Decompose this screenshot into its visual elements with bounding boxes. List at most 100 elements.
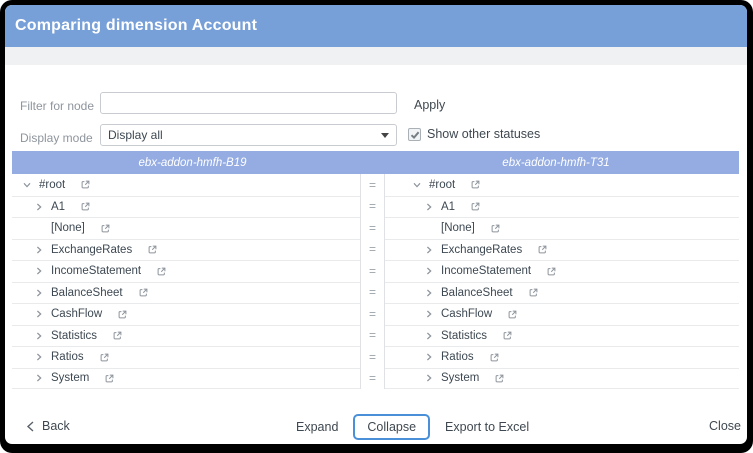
chevron-icon[interactable] [34, 266, 44, 276]
relation-cell: = [360, 217, 385, 239]
show-other-statuses-checkbox[interactable] [408, 128, 421, 141]
show-other-statuses-label: Show other statuses [427, 127, 540, 141]
collapse-button[interactable]: Collapse [353, 414, 430, 440]
node-label: Statistics [441, 330, 487, 342]
open-node-icon[interactable] [117, 309, 128, 320]
equals-symbol: = [369, 199, 376, 213]
open-node-icon[interactable] [156, 266, 167, 277]
chevron-icon[interactable] [34, 331, 44, 341]
open-node-icon[interactable] [100, 223, 111, 234]
page-title: Comparing dimension Account [15, 17, 257, 35]
compare-row: #root = #root [12, 174, 739, 196]
relation-cell: = [360, 325, 385, 347]
display-mode-select[interactable]: Display all [100, 124, 397, 146]
chevron-icon[interactable] [424, 266, 434, 276]
open-node-icon[interactable] [80, 201, 91, 212]
tree-node-right: Ratios [385, 346, 739, 368]
open-node-icon[interactable] [138, 287, 149, 298]
chevron-icon[interactable] [424, 288, 434, 298]
open-node-icon[interactable] [470, 201, 481, 212]
node-label: Statistics [51, 330, 97, 342]
equals-symbol: = [369, 307, 376, 321]
chevron-icon[interactable] [22, 180, 32, 190]
node-label: A1 [441, 201, 455, 213]
back-button[interactable]: Back [26, 419, 70, 433]
filter-label: Filter for node [20, 99, 94, 113]
node-label: CashFlow [441, 308, 492, 320]
compare-row: Statistics = Statistics [12, 325, 739, 347]
tree-node-right: [None] [385, 217, 739, 239]
node-label: IncomeStatement [441, 265, 531, 277]
equals-symbol: = [369, 178, 376, 192]
apply-button[interactable]: Apply [414, 98, 445, 112]
node-label: #root [429, 179, 455, 191]
open-node-icon[interactable] [99, 352, 110, 363]
chevron-icon[interactable] [424, 245, 434, 255]
tree-node-right: IncomeStatement [385, 260, 739, 282]
open-node-icon[interactable] [502, 330, 513, 341]
compare-rows: #root = #root [12, 174, 739, 389]
open-node-icon[interactable] [507, 309, 518, 320]
equals-symbol: = [369, 242, 376, 256]
open-node-icon[interactable] [470, 179, 481, 190]
chevron-icon[interactable] [424, 331, 434, 341]
filter-input[interactable] [100, 92, 397, 114]
checkmark-icon [410, 130, 420, 140]
compare-row: Ratios = Ratios [12, 346, 739, 368]
tree-node-left: BalanceSheet [12, 282, 360, 304]
tree-node-left: A1 [12, 196, 360, 218]
open-node-icon[interactable] [537, 244, 548, 255]
relation-cell: = [360, 368, 385, 390]
chevron-icon[interactable] [34, 373, 44, 383]
node-label: BalanceSheet [441, 287, 513, 299]
tree-node-right: A1 [385, 196, 739, 218]
node-label: [None] [441, 222, 475, 234]
open-node-icon[interactable] [147, 244, 158, 255]
chevron-icon[interactable] [424, 352, 434, 362]
chevron-left-icon [26, 421, 35, 432]
open-node-icon[interactable] [494, 373, 505, 384]
node-label: ExchangeRates [51, 244, 132, 256]
display-mode-label: Display mode [20, 131, 93, 145]
open-node-icon[interactable] [489, 352, 500, 363]
chevron-icon[interactable] [34, 288, 44, 298]
chevron-down-icon [381, 133, 389, 138]
node-label: System [51, 372, 89, 384]
open-node-icon[interactable] [112, 330, 123, 341]
node-label: BalanceSheet [51, 287, 123, 299]
open-node-icon[interactable] [528, 287, 539, 298]
node-label: #root [39, 179, 65, 191]
dialog-title-bar: Comparing dimension Account [5, 5, 747, 47]
node-label: Ratios [51, 351, 84, 363]
compare-row: BalanceSheet = BalanceSheet [12, 282, 739, 304]
chevron-icon[interactable] [34, 202, 44, 212]
equals-symbol: = [369, 264, 376, 278]
open-node-icon[interactable] [104, 373, 115, 384]
relation-cell: = [360, 303, 385, 325]
chevron-icon[interactable] [424, 309, 434, 319]
tree-node-right: System [385, 368, 739, 390]
compare-row: IncomeStatement = IncomeStatement [12, 260, 739, 282]
export-to-excel-button[interactable]: Export to Excel [445, 420, 529, 434]
chevron-icon[interactable] [34, 245, 44, 255]
display-mode-value: Display all [108, 128, 163, 142]
open-node-icon[interactable] [80, 179, 91, 190]
tree-node-right: ExchangeRates [385, 239, 739, 261]
expand-button[interactable]: Expand [296, 420, 338, 434]
tree-node-left: [None] [12, 217, 360, 239]
node-label: CashFlow [51, 308, 102, 320]
open-node-icon[interactable] [490, 223, 501, 234]
chevron-icon[interactable] [34, 352, 44, 362]
chevron-icon[interactable] [424, 373, 434, 383]
chevron-icon[interactable] [34, 309, 44, 319]
tree-node-left: IncomeStatement [12, 260, 360, 282]
compare-table-header: ebx-addon-hmfh-B19 ebx-addon-hmfh-T31 [12, 151, 739, 174]
tree-node-left: System [12, 368, 360, 390]
equals-symbol: = [369, 328, 376, 342]
node-label: A1 [51, 201, 65, 213]
chevron-icon[interactable] [412, 180, 422, 190]
tree-node-left: ExchangeRates [12, 239, 360, 261]
open-node-icon[interactable] [546, 266, 557, 277]
chevron-icon[interactable] [424, 202, 434, 212]
close-button[interactable]: Close [709, 419, 741, 433]
